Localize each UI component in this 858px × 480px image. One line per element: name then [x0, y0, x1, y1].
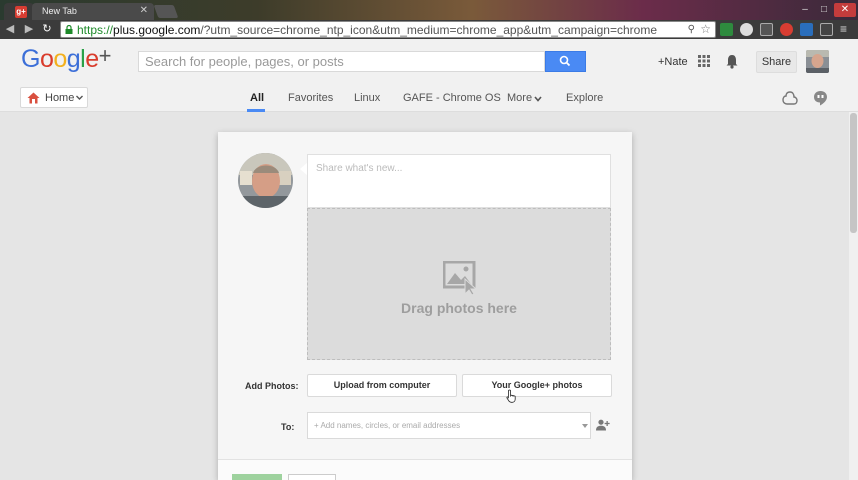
- avatar[interactable]: [806, 50, 829, 73]
- zoom-icon[interactable]: ⚲: [688, 24, 695, 35]
- scrollbar-thumb[interactable]: [850, 113, 857, 233]
- tab-linux[interactable]: Linux: [354, 92, 380, 104]
- apps-grid-icon[interactable]: [698, 55, 710, 67]
- lock-icon: [65, 25, 73, 34]
- back-arrow-icon[interactable]: ◀: [3, 22, 17, 36]
- chevron-down-icon[interactable]: [582, 424, 588, 428]
- active-tab-indicator: [247, 109, 265, 112]
- gplus-nav-bar: Home All Favorites Linux GAFE - Chrome O…: [0, 84, 858, 112]
- recipients-placeholder: + Add names, circles, or email addresses: [314, 421, 461, 430]
- notification-bell-icon[interactable]: [725, 54, 739, 69]
- share-placeholder: Share what's new...: [316, 163, 403, 174]
- share-button[interactable]: Share: [756, 51, 797, 73]
- url-host: plus.google.com: [113, 23, 201, 37]
- home-label: Home: [45, 92, 75, 104]
- bookmark-star-icon[interactable]: ☆: [700, 22, 711, 36]
- upload-from-computer-button[interactable]: Upload from computer: [307, 374, 457, 397]
- tab-gafe-chrome-os[interactable]: GAFE - Chrome OS: [403, 92, 501, 104]
- tab-title: New Tab: [42, 6, 77, 16]
- search-button[interactable]: [545, 51, 586, 72]
- extension-icon[interactable]: [820, 23, 833, 36]
- url-scheme: https://: [77, 23, 114, 37]
- address-bar[interactable]: https://plus.google.com/?utm_source=chro…: [60, 21, 716, 38]
- forward-arrow-icon[interactable]: ▶: [22, 22, 36, 36]
- share-dialog-footer: [218, 459, 632, 480]
- browser-tab-strip: g+ New Tab ✕ – □ ✕: [0, 0, 858, 20]
- close-icon[interactable]: ✕: [140, 5, 148, 16]
- maximize-icon[interactable]: □: [815, 3, 833, 17]
- new-tab-button[interactable]: [153, 5, 179, 18]
- window-close-icon[interactable]: ✕: [834, 3, 856, 17]
- extension-icon[interactable]: [720, 23, 733, 36]
- tab-explore[interactable]: Explore: [566, 92, 603, 104]
- search-input[interactable]: [138, 51, 545, 72]
- tab-favorites[interactable]: Favorites: [288, 92, 333, 104]
- extension-icon[interactable]: [800, 23, 813, 36]
- chevron-down-icon[interactable]: [534, 96, 542, 102]
- drop-label: Drag photos here: [401, 300, 517, 316]
- chrome-menu-icon[interactable]: ≡: [840, 22, 847, 36]
- url-path: /?utm_source=chrome_ntp_icon&utm_medium=…: [200, 23, 658, 37]
- search-icon: [559, 55, 571, 67]
- home-icon: [27, 92, 40, 104]
- avatar: [238, 153, 293, 208]
- hangouts-icon[interactable]: [813, 90, 828, 106]
- recipients-input[interactable]: + Add names, circles, or email addresses: [307, 412, 591, 439]
- extension-icon[interactable]: [780, 23, 793, 36]
- circles-icon[interactable]: [782, 90, 798, 106]
- gplus-header: Google+ +Nate Share: [0, 39, 858, 84]
- chevron-down-icon: [76, 95, 83, 100]
- tab-more[interactable]: More: [507, 92, 532, 104]
- url-text: https://plus.google.com/?utm_source=chro…: [77, 23, 657, 37]
- your-google-plus-photos-button[interactable]: Your Google+ photos: [462, 374, 612, 397]
- cancel-button[interactable]: [288, 474, 336, 480]
- extension-icon[interactable]: [740, 23, 753, 36]
- tab-google-plus[interactable]: g+: [4, 3, 34, 20]
- share-text-input[interactable]: Share what's new...: [307, 154, 611, 208]
- reload-icon[interactable]: ↻: [40, 22, 54, 36]
- tab-all[interactable]: All: [250, 92, 264, 104]
- google-plus-favicon-icon: g+: [15, 6, 27, 18]
- photo-drop-zone[interactable]: Drag photos here: [307, 208, 611, 360]
- add-photos-label: Add Photos:: [245, 381, 299, 391]
- user-profile-link[interactable]: +Nate: [658, 56, 688, 68]
- home-dropdown-button[interactable]: Home: [20, 87, 88, 108]
- browser-toolbar: ◀ ▶ ↻ https://plus.google.com/?utm_sourc…: [0, 20, 858, 39]
- share-post-button[interactable]: [232, 474, 282, 480]
- photo-icon: [443, 261, 478, 295]
- add-person-icon[interactable]: [596, 419, 610, 431]
- tab-new-tab[interactable]: New Tab ✕: [32, 3, 154, 20]
- cast-icon[interactable]: [760, 23, 773, 36]
- hand-cursor-icon: [506, 389, 516, 403]
- minimize-icon[interactable]: –: [796, 3, 814, 17]
- google-plus-logo[interactable]: Google+: [21, 43, 112, 74]
- to-label: To:: [281, 422, 295, 432]
